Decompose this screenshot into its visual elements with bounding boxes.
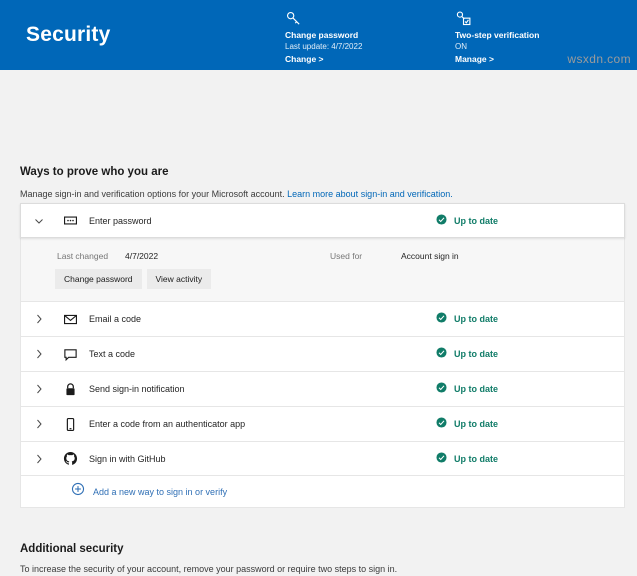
github-icon bbox=[57, 451, 83, 466]
envelope-icon bbox=[57, 312, 83, 327]
method-status: Up to date bbox=[436, 380, 498, 398]
password-dots-icon bbox=[57, 213, 83, 228]
add-new-sign-in-method-row[interactable]: Add a new way to sign in or verify bbox=[20, 476, 625, 508]
add-new-sign-in-method-label: Add a new way to sign in or verify bbox=[93, 486, 228, 497]
header-tile-subtitle: ON bbox=[455, 42, 467, 51]
plus-circle-icon bbox=[71, 482, 85, 501]
chevron-right-icon[interactable] bbox=[21, 418, 57, 430]
status-check-icon bbox=[436, 380, 447, 398]
chevron-right-icon[interactable] bbox=[21, 348, 57, 360]
enter-password-detail-panel: Last changed 4/7/2022 Used for Account s… bbox=[20, 238, 625, 301]
method-row-sign-in-with-github[interactable]: Sign in with GitHub Up to date bbox=[20, 441, 625, 476]
method-status: Up to date bbox=[436, 415, 498, 433]
chevron-right-icon[interactable] bbox=[21, 383, 57, 395]
method-label: Text a code bbox=[89, 349, 136, 359]
method-label: Send sign-in notification bbox=[89, 384, 185, 394]
detail-button-row: Change password View activity bbox=[55, 269, 212, 289]
header-tile-subtitle: Last update: 4/7/2022 bbox=[285, 42, 363, 51]
status-check-icon bbox=[436, 345, 447, 363]
chevron-right-icon[interactable] bbox=[21, 453, 57, 465]
method-status: Up to date bbox=[436, 450, 498, 468]
detail-value-last-changed: 4/7/2022 bbox=[125, 251, 159, 261]
method-status: Up to date bbox=[436, 310, 498, 328]
phone-icon bbox=[57, 417, 83, 432]
view-activity-button[interactable]: View activity bbox=[146, 269, 212, 289]
additional-security-description: To increase the security of your account… bbox=[20, 564, 398, 574]
status-label: Up to date bbox=[454, 215, 498, 226]
ways-section-description: Manage sign-in and verification options … bbox=[20, 187, 453, 201]
status-label: Up to date bbox=[454, 314, 498, 324]
method-row-send-sign-in-notification[interactable]: Send sign-in notification Up to date bbox=[20, 371, 625, 406]
detail-label-last-changed: Last changed bbox=[57, 251, 109, 261]
ways-description-text: Manage sign-in and verification options … bbox=[20, 189, 288, 199]
chevron-down-icon[interactable] bbox=[21, 215, 57, 227]
method-row-text-a-code[interactable]: Text a code Up to date bbox=[20, 336, 625, 371]
chat-bubble-icon bbox=[57, 347, 83, 362]
ways-section-title: Ways to prove who you are bbox=[20, 166, 169, 178]
method-label: Sign in with GitHub bbox=[89, 453, 166, 464]
status-check-icon bbox=[436, 415, 447, 433]
lock-icon bbox=[57, 382, 83, 397]
page-title: Security bbox=[26, 23, 111, 46]
detail-label-used-for: Used for bbox=[330, 251, 363, 261]
status-label: Up to date bbox=[454, 453, 498, 464]
status-check-icon bbox=[436, 310, 447, 328]
method-label: Enter password bbox=[89, 215, 152, 226]
sign-in-methods-list: Enter password Up to date Last changed 4… bbox=[20, 203, 625, 508]
additional-security-title: Additional security bbox=[20, 543, 124, 555]
key-icon bbox=[285, 10, 362, 27]
header-tile-two-step-verification[interactable]: Two-step verification ON Manage > bbox=[455, 10, 539, 66]
header-tile-title: Change password bbox=[285, 30, 359, 40]
method-status: Up to date bbox=[436, 345, 498, 363]
detail-value-used-for: Account sign in bbox=[401, 251, 459, 261]
change-password-button[interactable]: Change password bbox=[55, 269, 142, 289]
method-row-authenticator-app[interactable]: Enter a code from an authenticator app U… bbox=[20, 406, 625, 441]
learn-more-link[interactable]: Learn more about sign-in and verificatio… bbox=[287, 189, 453, 199]
method-status: Up to date bbox=[436, 212, 498, 230]
header-tile-action-change[interactable]: Change > bbox=[285, 53, 362, 66]
method-row-email-a-code[interactable]: Email a code Up to date bbox=[20, 301, 625, 336]
header-tile-change-password[interactable]: Change password Last update: 4/7/2022 Ch… bbox=[285, 10, 362, 66]
status-label: Up to date bbox=[454, 384, 498, 394]
page-header: Security Change password Last update: 4/… bbox=[0, 0, 637, 70]
method-row-enter-password[interactable]: Enter password Up to date bbox=[20, 203, 625, 238]
method-label: Email a code bbox=[89, 314, 142, 324]
header-tile-title: Two-step verification bbox=[455, 30, 540, 40]
status-label: Up to date bbox=[454, 349, 498, 359]
status-check-icon bbox=[436, 212, 447, 230]
chevron-right-icon[interactable] bbox=[21, 313, 57, 325]
method-label: Enter a code from an authenticator app bbox=[89, 419, 246, 429]
status-check-icon bbox=[436, 450, 447, 468]
header-tile-action-manage[interactable]: Manage > bbox=[455, 53, 539, 66]
status-label: Up to date bbox=[454, 419, 498, 429]
key-check-icon bbox=[455, 10, 539, 27]
watermark: wsxdn.com bbox=[567, 52, 631, 66]
